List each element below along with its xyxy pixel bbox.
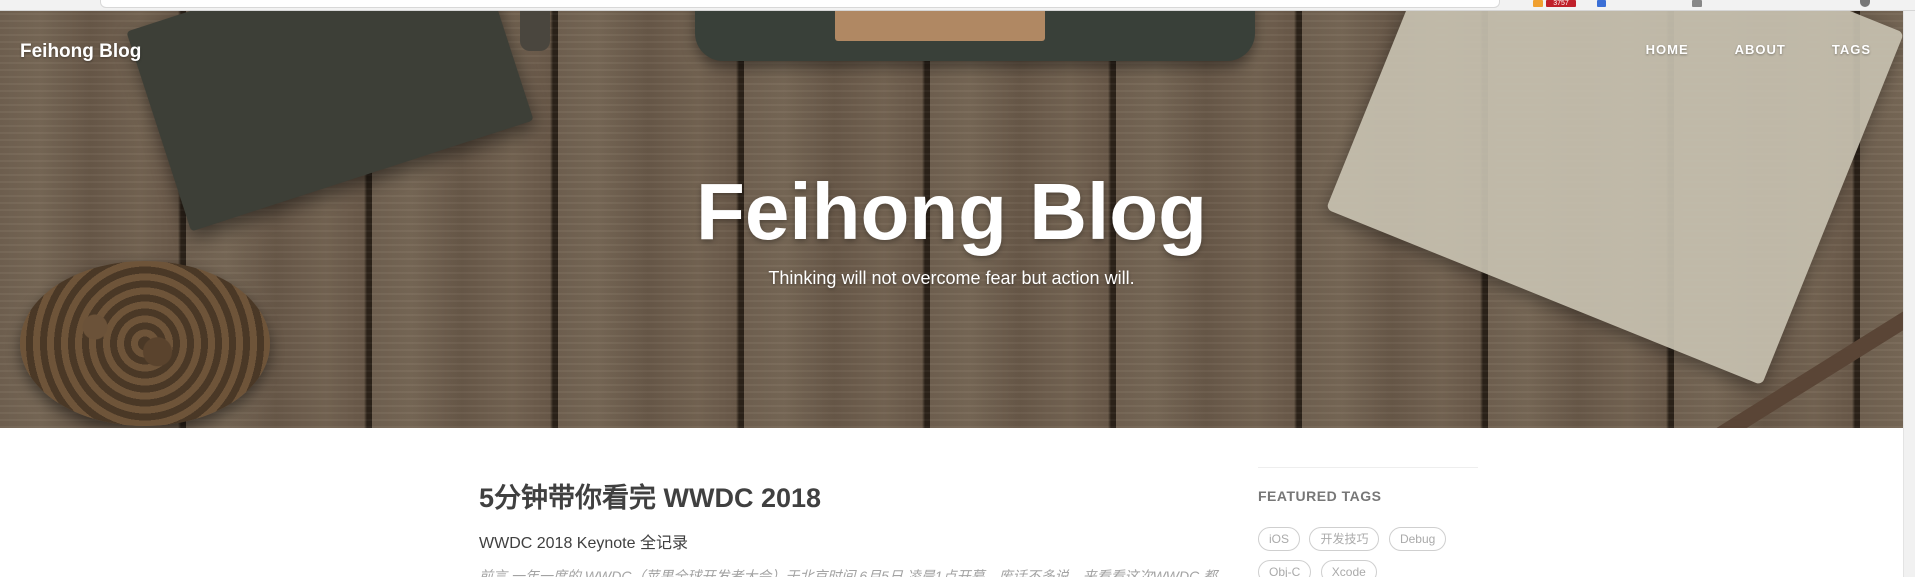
tag-objc[interactable]: Obj-C <box>1258 560 1312 577</box>
facebook-extension-icon[interactable] <box>1597 0 1606 7</box>
tag-dev-tips[interactable]: 开发技巧 <box>1309 527 1380 551</box>
badge-counter[interactable]: 3757 <box>1546 0 1576 7</box>
post-excerpt: 前言 一年一度的 WWDC（苹果全球开发者大会）于北京时间 6月5日 凌晨1点开… <box>479 568 1218 577</box>
rss-extension-icon[interactable] <box>1533 0 1543 7</box>
page-scrollbar[interactable] <box>1903 11 1915 577</box>
tag-xcode[interactable]: Xcode <box>1320 560 1377 577</box>
main-nav: HOME ABOUT TAGS <box>1600 42 1871 57</box>
hero-title: Feihong Blog <box>695 167 1207 256</box>
tag-cloud: iOS 开发技巧 Debug Obj-C Xcode <box>1258 527 1478 577</box>
nav-home-link[interactable]: HOME <box>1646 42 1689 57</box>
post-subtitle: WWDC 2018 Keynote 全记录 <box>479 535 688 552</box>
tag-debug[interactable]: Debug <box>1388 527 1447 551</box>
menu-icon[interactable] <box>1860 0 1870 7</box>
post-title-link[interactable]: 5分钟带你看完 WWDC 2018 <box>479 476 1224 515</box>
browser-toolbar-strip: 3757 <box>0 0 1915 11</box>
pen-clip-decoration <box>520 11 550 51</box>
post-preview: 5分钟带你看完 WWDC 2018 WWDC 2018 Keynote 全记录 … <box>479 476 1224 577</box>
site-brand-link[interactable]: Feihong Blog <box>20 41 141 63</box>
nav-tags-link[interactable]: TAGS <box>1832 42 1871 57</box>
featured-tags-heading: FEATURED TAGS <box>1258 488 1382 504</box>
sidebar: FEATURED TAGS iOS 开发技巧 Debug Obj-C Xcode <box>1258 467 1478 577</box>
hero-header: Feihong Blog HOME ABOUT TAGS Feihong Blo… <box>0 11 1903 428</box>
hero-subtitle: Thinking will not overcome fear but acti… <box>768 268 1135 288</box>
address-bar[interactable] <box>100 0 1500 8</box>
tablet-decoration <box>695 11 1255 61</box>
tag-ios[interactable]: iOS <box>1258 527 1301 551</box>
nav-about-link[interactable]: ABOUT <box>1735 42 1786 57</box>
extension-icon[interactable] <box>1692 0 1702 7</box>
